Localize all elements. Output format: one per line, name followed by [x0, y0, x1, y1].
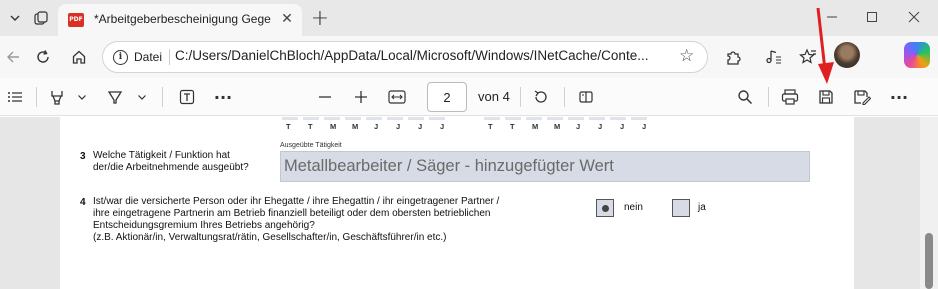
tab-active[interactable]: PDF *Arbeitgeberbescheinigung Gege ✕	[58, 4, 302, 36]
new-tab-button[interactable]: +	[308, 6, 332, 31]
extensions-puzzle-icon[interactable]	[720, 44, 746, 70]
save-as-icon[interactable]	[851, 85, 873, 109]
date-format-letters-left: TTMMJJJJ	[286, 122, 445, 131]
address-bar[interactable]: i Datei C:/Users/DanielChBloch/AppData/L…	[102, 41, 708, 73]
maximize-icon[interactable]	[852, 6, 892, 28]
date-field-boxes-left[interactable]	[282, 117, 445, 120]
minimize-icon[interactable]	[812, 6, 852, 28]
pdf-viewer[interactable]: TTMMJJJJ TTMMJJJJ 3 Welche Tätigkeit / F…	[0, 117, 938, 289]
page-number-input[interactable]: 2	[427, 82, 467, 112]
close-window-icon[interactable]	[894, 6, 934, 28]
scrollbar-thumb[interactable]	[925, 233, 933, 289]
save-icon[interactable]	[815, 85, 837, 109]
activity-input-value: Metallbearbeiter / Säger - hinzugefügter…	[284, 157, 614, 175]
toolbar-separator	[768, 87, 769, 107]
radio-ja[interactable]	[672, 199, 690, 217]
toolbar-separator	[520, 87, 521, 107]
back-arrow-icon[interactable]	[0, 44, 26, 70]
url-text[interactable]: C:/Users/DanielChBloch/AppData/Local/Mic…	[175, 48, 665, 63]
highlight-options-chevron-icon[interactable]	[74, 85, 90, 109]
refresh-icon[interactable]	[30, 44, 56, 70]
add-text-icon[interactable]	[176, 85, 198, 109]
table-of-contents-icon[interactable]	[4, 85, 26, 109]
question-4-number: 4	[80, 197, 86, 208]
highlight-icon[interactable]	[46, 85, 68, 109]
date-format-letters-right: TTMMJJJJ	[488, 122, 647, 131]
favorites-collection-icon[interactable]	[795, 44, 821, 70]
address-separator	[169, 49, 170, 65]
radio-ja-label: ja	[698, 202, 706, 213]
zoom-in-icon[interactable]	[350, 85, 372, 109]
question-4-text: Ist/war die versicherte Person oder ihr …	[93, 196, 500, 243]
more-tools-icon[interactable]: ···	[212, 85, 234, 109]
media-control-icon[interactable]	[760, 44, 786, 70]
workspaces-icon[interactable]	[28, 6, 54, 30]
page-view-icon[interactable]	[575, 85, 597, 109]
tab-strip: PDF *Arbeitgeberbescheinigung Gege ✕ +	[0, 0, 938, 36]
pdf-toolbar: ··· 2 von 4 ···	[0, 78, 938, 116]
profile-avatar[interactable]	[834, 42, 860, 68]
toolbar-separator	[162, 87, 163, 107]
favorite-star-icon[interactable]: ☆	[679, 46, 694, 66]
radio-selected-dot	[602, 205, 609, 212]
zoom-out-icon[interactable]	[314, 85, 336, 109]
print-icon[interactable]	[779, 85, 801, 109]
pdf-page: TTMMJJJJ TTMMJJJJ 3 Welche Tätigkeit / F…	[60, 117, 854, 289]
search-icon[interactable]	[734, 85, 756, 109]
question-3-number: 3	[80, 151, 86, 162]
fit-to-page-icon[interactable]	[386, 85, 408, 109]
settings-more-icon[interactable]: ···	[888, 85, 910, 109]
toolbar-separator	[564, 87, 565, 107]
draw-options-chevron-icon[interactable]	[134, 85, 150, 109]
rotate-icon[interactable]	[530, 85, 552, 109]
activity-input-field[interactable]: Metallbearbeiter / Säger - hinzugefügter…	[280, 151, 810, 182]
site-info-button[interactable]: i Datei	[109, 46, 170, 68]
tab-close-icon[interactable]: ✕	[278, 10, 296, 28]
copilot-icon[interactable]	[904, 42, 930, 68]
radio-nein[interactable]	[596, 199, 614, 217]
radio-nein-label: nein	[624, 202, 643, 213]
draw-pen-icon[interactable]	[104, 85, 126, 109]
site-info-label: Datei	[134, 50, 163, 64]
date-field-boxes-right[interactable]	[484, 117, 647, 120]
navigation-bar: i Datei C:/Users/DanielChBloch/AppData/L…	[0, 36, 938, 78]
page-count-label: von 4	[478, 89, 510, 104]
home-icon[interactable]	[66, 44, 92, 70]
info-icon: i	[113, 49, 128, 65]
pdf-favicon-icon: PDF	[68, 13, 84, 27]
tab-actions-chevron-icon[interactable]	[2, 6, 28, 30]
activity-field-caption: Ausgeübte Tätigkeit	[280, 142, 342, 149]
tab-title: *Arbeitgeberbescheinigung Gege	[94, 12, 271, 26]
toolbar-separator	[36, 87, 37, 107]
question-3-text: Welche Tätigkeit / Funktion hat der/die …	[93, 150, 249, 173]
